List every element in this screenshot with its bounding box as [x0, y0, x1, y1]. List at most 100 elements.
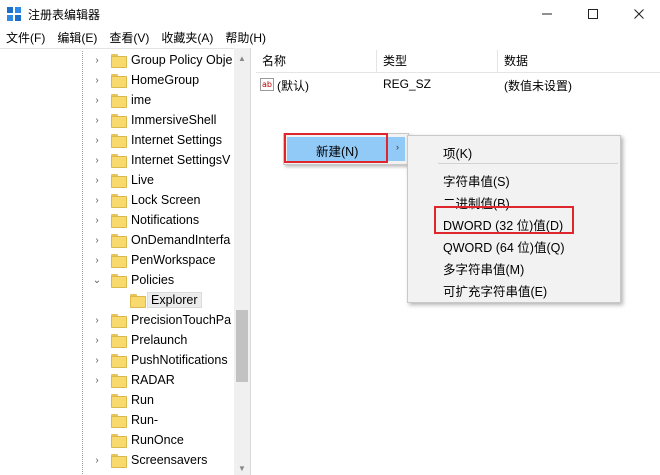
tree-item[interactable]: › Prelaunch: [0, 331, 234, 351]
tree-item-label: PenWorkspace: [131, 253, 216, 267]
folder-icon: [111, 134, 127, 148]
close-icon: [634, 9, 644, 19]
tree-item-label: PushNotifications: [131, 353, 228, 367]
tree-item[interactable]: ⌄ Policies: [0, 271, 234, 291]
submenu-item-key[interactable]: 项(K): [443, 143, 472, 162]
tree-item[interactable]: › Lock Screen: [0, 191, 234, 211]
folder-icon: [111, 74, 127, 88]
window-title: 注册表编辑器: [28, 8, 101, 22]
menu-file[interactable]: 文件(F): [0, 28, 51, 48]
menu-favorites[interactable]: 收藏夹(A): [155, 28, 219, 48]
chevron-right-icon[interactable]: ›: [92, 115, 102, 127]
chevron-right-icon[interactable]: [92, 415, 102, 427]
chevron-down-icon[interactable]: ⌄: [92, 275, 102, 287]
annotation-box-dword: [434, 206, 574, 234]
tree-item-label: Internet SettingsV: [131, 153, 231, 167]
tree-item[interactable]: › PenWorkspace: [0, 251, 234, 271]
chevron-right-icon[interactable]: [92, 395, 102, 407]
tree-item-label: Lock Screen: [131, 193, 201, 207]
column-header-type[interactable]: 类型: [377, 50, 498, 72]
tree-item[interactable]: › PushNotifications: [0, 351, 234, 371]
chevron-right-icon[interactable]: ›: [92, 315, 102, 327]
folder-icon: [111, 174, 127, 188]
submenu-item-multi-string[interactable]: 多字符串值(M): [443, 259, 524, 278]
chevron-right-icon[interactable]: ›: [92, 195, 102, 207]
string-value-icon: ab: [260, 78, 274, 91]
tree-item[interactable]: Run-: [0, 411, 234, 431]
tree-item[interactable]: › Group Policy Obje: [0, 51, 234, 71]
tree-item[interactable]: Explorer: [0, 291, 234, 311]
tree-item[interactable]: Run: [0, 391, 234, 411]
folder-icon: [111, 354, 127, 368]
tree-item-label: RADAR: [131, 373, 175, 387]
tree-item-label: Group Policy Obje: [131, 53, 233, 67]
menu-bar: 文件(F) 编辑(E) 查看(V) 收藏夹(A) 帮助(H): [0, 28, 660, 48]
chevron-right-icon[interactable]: ›: [92, 335, 102, 347]
tree-item-label: OnDemandInterfa: [131, 233, 231, 247]
chevron-right-icon[interactable]: ›: [92, 135, 102, 147]
annotation-box-new: [284, 133, 388, 163]
folder-icon: [130, 294, 146, 308]
chevron-right-icon[interactable]: [92, 435, 102, 447]
folder-icon: [111, 234, 127, 248]
tree-item-label: Internet Settings: [131, 133, 223, 147]
menu-edit[interactable]: 编辑(E): [51, 28, 103, 48]
tree-item[interactable]: › Internet Settings: [0, 131, 234, 151]
tree-item-label: Live: [131, 173, 154, 187]
folder-icon: [111, 314, 127, 328]
tree-item[interactable]: › Live: [0, 171, 234, 191]
folder-icon: [111, 54, 127, 68]
chevron-right-icon[interactable]: ›: [92, 175, 102, 187]
scroll-down-icon[interactable]: ▼: [238, 464, 246, 473]
submenu-item-string[interactable]: 字符串值(S): [443, 171, 510, 190]
submenu-item-qword[interactable]: QWORD (64 位)值(Q): [443, 237, 565, 256]
table-row[interactable]: ab (默认) REG_SZ (数值未设置): [256, 74, 660, 94]
scroll-up-icon[interactable]: ▲: [238, 54, 246, 63]
folder-icon: [111, 374, 127, 388]
folder-icon: [111, 454, 127, 468]
tree-item[interactable]: › Screensavers: [0, 451, 234, 471]
menu-help[interactable]: 帮助(H): [219, 28, 272, 48]
chevron-right-icon[interactable]: ›: [92, 375, 102, 387]
tree-item[interactable]: › RADAR: [0, 371, 234, 391]
close-button[interactable]: [616, 0, 660, 28]
chevron-right-icon[interactable]: ›: [92, 255, 102, 267]
tree-item[interactable]: › OnDemandInterfa: [0, 231, 234, 251]
chevron-right-icon[interactable]: ›: [92, 455, 102, 467]
value-type: REG_SZ: [383, 77, 432, 91]
menu-view[interactable]: 查看(V): [103, 28, 155, 48]
submenu-item-expandable-string[interactable]: 可扩充字符串值(E): [443, 281, 547, 300]
tree-item[interactable]: › ime: [0, 91, 234, 111]
chevron-right-icon[interactable]: ›: [92, 155, 102, 167]
chevron-right-icon[interactable]: ›: [92, 235, 102, 247]
chevron-right-icon[interactable]: ›: [92, 95, 102, 107]
tree-scrollbar[interactable]: ▲ ▼: [234, 48, 250, 475]
tree-item[interactable]: › HomeGroup: [0, 71, 234, 91]
submenu-separator: [438, 163, 618, 164]
tree-item[interactable]: RunOnce: [0, 431, 234, 451]
tree-item-label: Policies: [131, 273, 175, 287]
chevron-right-icon[interactable]: ›: [92, 75, 102, 87]
minimize-button[interactable]: [524, 0, 570, 28]
registry-tree[interactable]: › Group Policy Obje › HomeGroup › ime › Immersi…: [0, 48, 250, 475]
tree-item[interactable]: › Notifications: [0, 211, 234, 231]
folder-icon: [111, 394, 127, 408]
folder-icon: [111, 194, 127, 208]
maximize-icon: [588, 9, 598, 19]
tree-item[interactable]: › ImmersiveShell: [0, 111, 234, 131]
folder-icon: [111, 274, 127, 288]
title-bar: 注册表编辑器: [0, 0, 660, 28]
tree-item[interactable]: › PrecisionTouchPa: [0, 311, 234, 331]
column-header-name[interactable]: 名称: [256, 50, 377, 72]
chevron-right-icon[interactable]: [112, 295, 122, 307]
tree-item[interactable]: › Internet SettingsV: [0, 151, 234, 171]
chevron-right-icon[interactable]: ›: [92, 55, 102, 67]
chevron-right-icon[interactable]: ›: [92, 215, 102, 227]
scrollbar-thumb[interactable]: [236, 310, 248, 382]
maximize-button[interactable]: [570, 0, 616, 28]
folder-icon: [111, 334, 127, 348]
column-header-data[interactable]: 数据: [498, 50, 660, 72]
tree-item-label: ImmersiveShell: [131, 113, 217, 127]
value-name: (默认): [277, 79, 309, 93]
chevron-right-icon[interactable]: ›: [92, 355, 102, 367]
